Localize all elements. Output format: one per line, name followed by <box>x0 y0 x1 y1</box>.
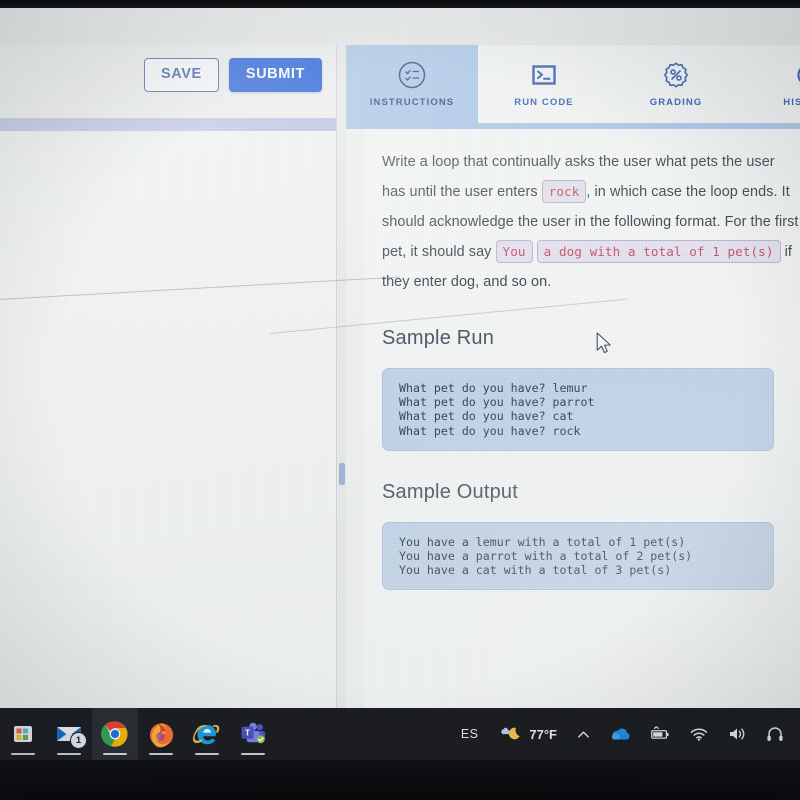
tab-run-code-label: RUN CODE <box>514 97 574 108</box>
chrome-icon <box>101 721 128 747</box>
code-editor-pane: SAVE SUBMIT <box>0 45 336 708</box>
tray-volume[interactable] <box>718 708 756 760</box>
taskbar-app-list: 1 T <box>0 708 276 760</box>
firefox-icon <box>149 722 173 747</box>
editor-toolbar-divider <box>0 118 336 131</box>
tab-instructions[interactable]: INSTRUCTIONS <box>346 45 478 123</box>
tray-temperature: 77°F <box>529 726 557 742</box>
history-circular-arrow-icon <box>793 60 800 90</box>
sample-run-code: What pet do you have? lemur What pet do … <box>399 381 595 438</box>
tab-instructions-label: INSTRUCTIONS <box>369 97 455 108</box>
tab-bar: INSTRUCTIONS RUN CODE GRADING HIS <box>346 45 800 123</box>
microsoft-store-icon <box>14 726 32 742</box>
taskbar-item-teams[interactable]: T <box>230 708 276 760</box>
internet-explorer-icon <box>193 724 220 745</box>
splitter-drag-handle[interactable] <box>339 463 345 485</box>
windows-taskbar: 1 T ES 77°F <box>0 708 800 760</box>
chevron-up-icon <box>578 730 589 738</box>
tab-run-code[interactable]: RUN CODE <box>478 45 610 123</box>
submit-button[interactable]: SUBMIT <box>228 58 322 92</box>
battery-icon <box>651 726 669 739</box>
terminal-icon <box>529 60 559 90</box>
tray-language-indicator[interactable]: ES <box>449 708 490 760</box>
percent-badge-icon <box>661 60 691 90</box>
wifi-icon <box>690 728 708 741</box>
sample-run-codeblock: What pet do you have? lemur What pet do … <box>382 368 774 451</box>
taskbar-item-mail[interactable]: 1 <box>46 708 92 760</box>
checklist-circle-icon <box>397 60 427 90</box>
tray-onedrive[interactable] <box>600 708 640 760</box>
sample-output-code: You have a lemur with a total of 1 pet(s… <box>399 534 693 578</box>
onedrive-cloud-icon <box>611 728 630 740</box>
sample-output-codeblock: You have a lemur with a total of 1 pet(s… <box>382 521 774 591</box>
taskbar-item-internet-explorer[interactable] <box>184 708 230 760</box>
taskbar-item-store[interactable] <box>0 708 46 760</box>
photo-bottom-bezel <box>0 760 800 800</box>
tab-grading[interactable]: GRADING <box>610 45 742 123</box>
svg-text:T: T <box>244 728 250 738</box>
tray-overflow-button[interactable] <box>567 708 600 760</box>
sample-output-heading: Sample Output <box>382 480 519 503</box>
description-lead-2: user enters <box>464 184 538 200</box>
tab-grading-label: GRADING <box>649 97 703 108</box>
speaker-icon <box>730 728 745 740</box>
save-button[interactable]: SAVE <box>144 58 219 92</box>
inline-code-you: You <box>495 240 533 263</box>
tab-history-label: HISTORY <box>783 97 800 108</box>
sample-run-heading: Sample Run <box>382 327 495 349</box>
instructions-pane: INSTRUCTIONS RUN CODE GRADING HIS Write … <box>346 45 800 708</box>
action-button-row: SAVE SUBMIT <box>144 58 322 92</box>
code-editor-textarea[interactable] <box>0 131 336 708</box>
tray-network[interactable] <box>680 708 718 760</box>
editor-action-bar: SAVE SUBMIT <box>0 45 336 118</box>
system-tray: ES 77°F <box>449 708 800 760</box>
mail-unread-badge: 1 <box>70 732 87 749</box>
photographed-screen: SAVE SUBMIT INSTRUCTIONS RUN CODE GRADIN… <box>0 0 800 800</box>
browser-chrome-strip <box>0 8 800 46</box>
inline-code-format-example: a dog with a total of 1 pet(s) <box>536 240 781 263</box>
assignment-description: Write a loop that continually asks the u… <box>364 129 800 297</box>
tray-battery[interactable] <box>640 708 680 760</box>
photo-top-bezel <box>0 0 800 8</box>
application-viewport: SAVE SUBMIT INSTRUCTIONS RUN CODE GRADIN… <box>0 8 800 708</box>
night-cloud-icon <box>501 727 521 740</box>
tray-headphones[interactable] <box>756 708 794 760</box>
headphones-icon <box>767 727 783 741</box>
taskbar-item-chrome[interactable] <box>92 708 138 760</box>
instructions-content: Write a loop that continually asks the u… <box>364 129 800 708</box>
tab-history[interactable]: HISTORY <box>742 45 800 123</box>
tray-weather-widget[interactable]: 77°F <box>490 724 567 744</box>
taskbar-item-firefox[interactable] <box>138 708 184 760</box>
inline-code-rock: rock <box>541 180 587 203</box>
microsoft-teams-icon: T <box>241 722 265 744</box>
